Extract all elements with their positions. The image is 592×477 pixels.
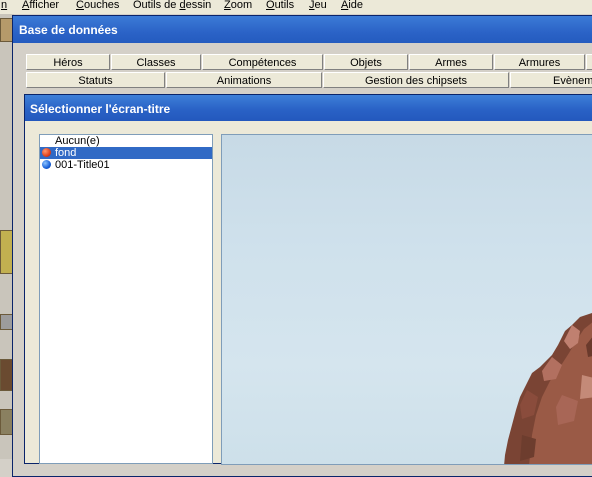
list-item-label: Aucun(e) xyxy=(55,135,100,147)
menubar: n Afficher Couches Outils de dessin Zoom… xyxy=(0,0,592,14)
tab-evenements[interactable]: Evènem xyxy=(510,72,592,88)
tab-classes[interactable]: Classes xyxy=(111,54,201,70)
menu-affichage-partial[interactable]: n xyxy=(1,0,7,12)
menu-outils-de-dessin[interactable]: Outils de dessin xyxy=(133,0,211,12)
list-item[interactable]: Aucun(e) xyxy=(40,135,212,147)
tab-objets[interactable]: Objets xyxy=(324,54,408,70)
title-screen-list[interactable]: Aucun(e) fond 001-Title01 xyxy=(39,134,213,464)
list-item[interactable]: 001-Title01 xyxy=(40,159,212,171)
menu-zoom[interactable]: Zoom xyxy=(224,0,252,12)
menu-afficher[interactable]: Afficher xyxy=(22,0,59,12)
database-window-title: Base de données xyxy=(13,16,592,43)
menu-jeu[interactable]: Jeu xyxy=(309,0,327,12)
menu-couches[interactable]: Couches xyxy=(76,0,119,12)
list-item-label: fond xyxy=(55,147,77,159)
tab-armes[interactable]: Armes xyxy=(409,54,493,70)
tab-partial[interactable] xyxy=(586,54,592,70)
select-title-screen-dialog: Sélectionner l'écran-titre Aucun(e) fond… xyxy=(24,94,592,465)
rock-formation-image xyxy=(504,313,592,464)
tab-heros[interactable]: Héros xyxy=(26,54,110,70)
tab-armures[interactable]: Armures xyxy=(494,54,585,70)
tab-competences[interactable]: Compétences xyxy=(202,54,323,70)
dialog-title: Sélectionner l'écran-titre xyxy=(25,95,592,121)
list-item-label: 001-Title01 xyxy=(55,159,110,171)
tab-statuts[interactable]: Statuts xyxy=(26,72,165,88)
red-ball-icon xyxy=(42,148,51,157)
menu-aide[interactable]: Aide xyxy=(341,0,363,12)
blue-ball-icon xyxy=(42,160,51,169)
list-item[interactable]: fond xyxy=(40,147,212,159)
title-screen-preview xyxy=(221,134,592,465)
menu-outils[interactable]: Outils xyxy=(266,0,294,12)
tab-gestion-des-chipsets[interactable]: Gestion des chipsets xyxy=(323,72,509,88)
tab-animations[interactable]: Animations xyxy=(166,72,322,88)
